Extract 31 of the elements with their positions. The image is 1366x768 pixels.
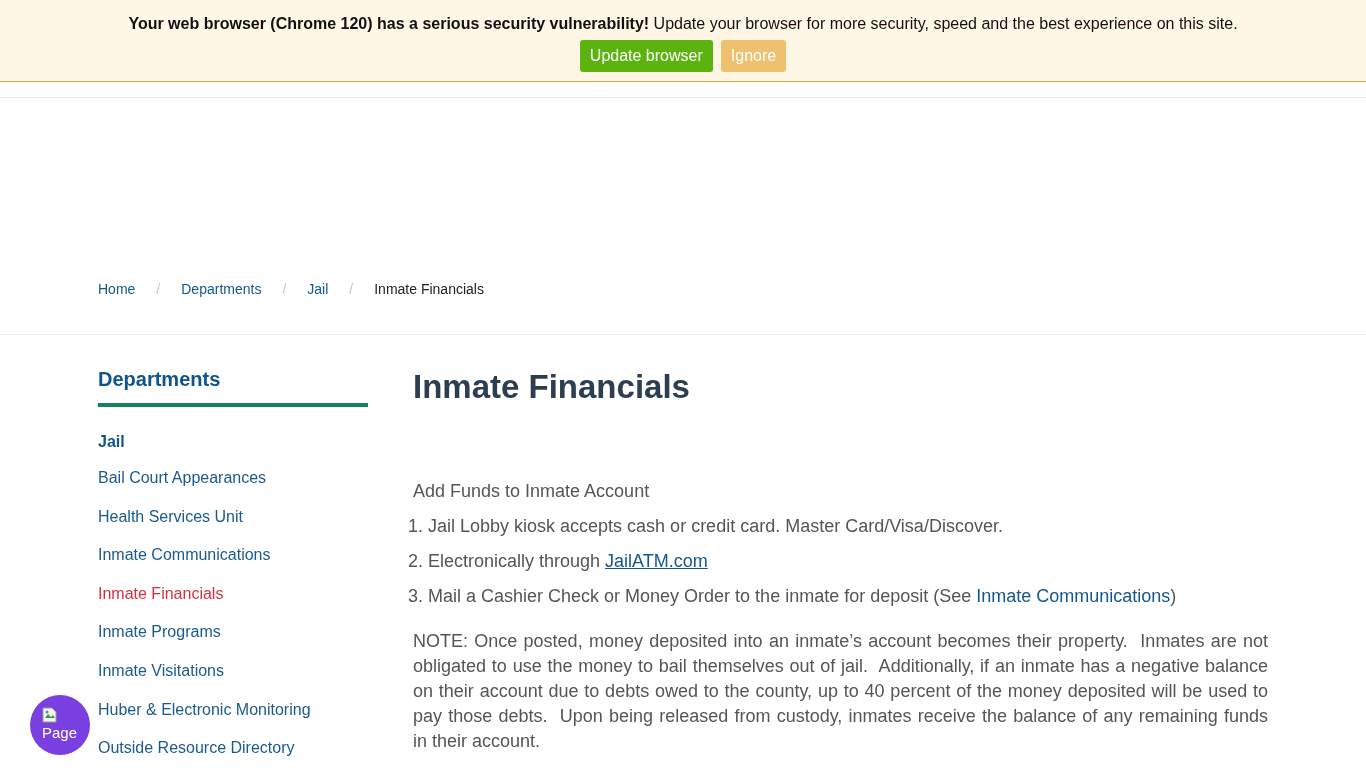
- breadcrumb-separator: /: [156, 280, 161, 299]
- breadcrumb-link[interactable]: Jail: [307, 279, 329, 299]
- page-title: Inmate Financials: [413, 367, 691, 407]
- sidebar-item[interactable]: Outside Resource Directory: [98, 739, 295, 757]
- sidebar-item[interactable]: Inmate Visitations: [98, 661, 224, 679]
- sidebar-item[interactable]: Health Services Unit: [98, 507, 243, 525]
- list-number: 1.: [407, 514, 423, 538]
- text-link[interactable]: Inmate Communications: [976, 585, 1171, 606]
- breadcrumb-link[interactable]: Home: [98, 279, 136, 299]
- sidebar-item[interactable]: Bail Court Appearances: [98, 469, 267, 486]
- breadcrumb-separator: /: [349, 280, 354, 299]
- sidebar-item[interactable]: Huber & Electronic Monitoring: [98, 700, 311, 718]
- sidebar-heading: Departments: [98, 367, 222, 391]
- list-item-text: Jail Lobby kiosk accepts cash or credit card. Master Card/Visa/Discover.: [428, 514, 1004, 538]
- breadcrumb-current: Inmate Financials: [374, 280, 484, 299]
- section-subtitle: Add Funds to Inmate Account: [413, 479, 651, 503]
- broken-image-icon: [42, 707, 58, 723]
- sidebar-item[interactable]: Inmate Communications: [98, 546, 271, 564]
- sidebar-item[interactable]: Inmate Financials: [98, 584, 224, 602]
- security-warning-text: Your web browser (Chrome 120) has a serious security vulnerability! Update your browser for more security, speed and the best experience on this site.: [128, 14, 1238, 34]
- sidebar-item[interactable]: Inmate Programs: [98, 623, 221, 641]
- list-item-text: Mail a Cashier Check or Money Order to the inmate for deposit (See Inmate Communications): [428, 584, 1178, 608]
- note-paragraph: NOTE: Once posted, money deposited into an inmate’s account becomes their property. Inmates are not obligated to use the money to bail themselves out of jail. Additionally, if an inmate has a negative balance on their account due to debts owed to the county, up to 40 percent of the money deposited will be used to pay those debts. Upon being released from custody, inmates receive the balance of any remaining funds in their account.: [413, 629, 1268, 753]
- list-number: 3.: [407, 584, 423, 608]
- sidebar-section-link[interactable]: Jail: [98, 432, 125, 452]
- list-item-text: Electronically through JailATM.com: [428, 549, 709, 573]
- breadcrumb-link[interactable]: Departments: [181, 279, 262, 299]
- breadcrumb-separator: /: [282, 280, 287, 299]
- list-number: 2.: [407, 549, 423, 573]
- chat-launcher-button[interactable]: Page: [30, 695, 90, 755]
- text-link[interactable]: JailATM.com: [605, 550, 708, 571]
